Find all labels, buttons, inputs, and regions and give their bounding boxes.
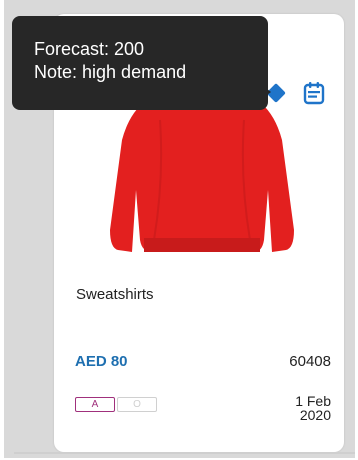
product-code: 60408: [289, 353, 331, 370]
calendar-button[interactable]: [299, 78, 329, 108]
product-price: AED 80: [75, 353, 128, 370]
badge-a[interactable]: A: [75, 397, 115, 412]
product-name: Sweatshirts: [76, 286, 154, 303]
date-line-2: 2020: [299, 407, 331, 423]
badge-o[interactable]: O: [117, 397, 157, 412]
forecast-tooltip: Forecast: 200 Note: high demand: [12, 16, 268, 110]
tooltip-arrow: [255, 80, 271, 104]
sweatshirt-hem: [144, 238, 260, 252]
tooltip-forecast: Forecast: 200: [34, 39, 145, 59]
product-date: 1 Feb 2020: [295, 394, 331, 422]
screen: Sweatshirts AED 80 60408 A O 1 Feb 2020 …: [0, 0, 358, 460]
left-edge: [0, 0, 4, 460]
date-line-1: 1 Feb: [295, 393, 331, 409]
calendar-icon: [303, 82, 325, 105]
card-divider: [14, 452, 355, 454]
sweatshirt-body: [110, 86, 294, 252]
tooltip-note: Note: high demand: [34, 62, 187, 82]
